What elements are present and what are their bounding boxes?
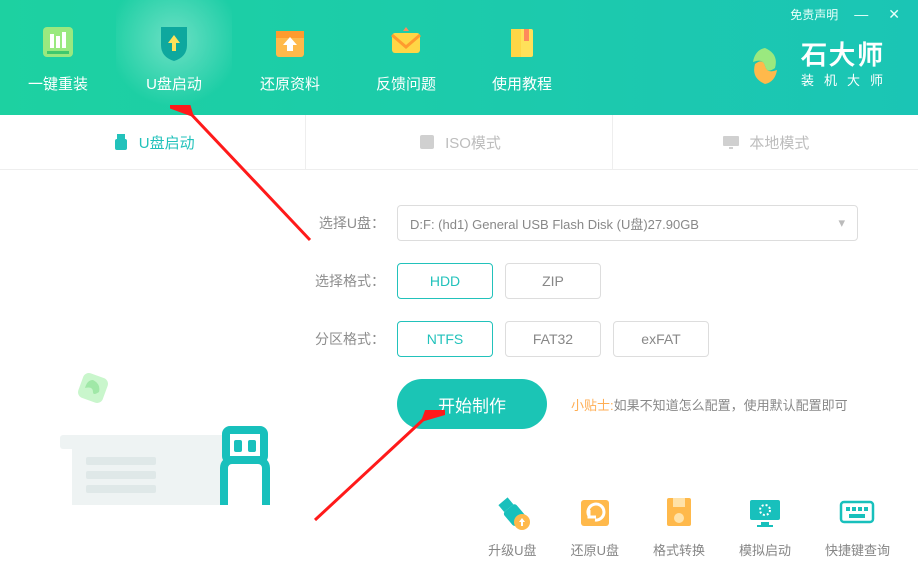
bottom-toolbar: 升级U盘 还原U盘 格式转换 模拟启动 快捷键查询 (488, 492, 890, 559)
window-controls: 免责声明 — ✕ (790, 0, 918, 28)
nav-label: 一键重装 (28, 73, 88, 94)
btn-restore-usb[interactable]: 还原U盘 (571, 492, 619, 559)
nav-usb-boot[interactable]: U盘启动 (116, 0, 232, 115)
main-content: 选择U盘： D:F: (hd1) General USB Flash Disk … (0, 170, 918, 495)
partition-label: 分区格式： (315, 329, 385, 349)
config-form: 选择U盘： D:F: (hd1) General USB Flash Disk … (300, 195, 918, 495)
monitor-icon (721, 132, 741, 152)
partition-option-fat32[interactable]: FAT32 (505, 321, 601, 357)
main-nav: 一键重装 U盘启动 还原资料 反馈问题 使用教程 (0, 0, 580, 115)
mode-tabs: U盘启动 ISO模式 本地模式 (0, 115, 918, 170)
mail-icon (385, 21, 427, 63)
usb-upgrade-icon (492, 492, 532, 532)
tab-label: 本地模式 (749, 132, 809, 153)
nav-label: U盘启动 (146, 73, 202, 94)
chevron-down-icon: ▾ (838, 215, 845, 231)
nav-label: 反馈问题 (376, 73, 436, 94)
shield-usb-icon (153, 21, 195, 63)
upload-box-icon (269, 21, 311, 63)
tab-usb-boot[interactable]: U盘启动 (0, 115, 306, 169)
nav-feedback[interactable]: 反馈问题 (348, 0, 464, 115)
close-button[interactable]: ✕ (884, 6, 904, 23)
tip-prefix: 小贴士: (571, 398, 614, 413)
header-bar: 免责声明 — ✕ 一键重装 U盘启动 还原资料 反馈问题 (0, 0, 918, 115)
brand-subtitle: 装机大师 (801, 70, 893, 89)
disk-value: D:F: (hd1) General USB Flash Disk (U盘)27… (410, 214, 699, 233)
partition-option-ntfs[interactable]: NTFS (397, 321, 493, 357)
tab-label: U盘启动 (139, 132, 195, 153)
partition-option-exfat[interactable]: exFAT (613, 321, 709, 357)
bottom-label: 模拟启动 (739, 540, 791, 559)
format-option-zip[interactable]: ZIP (505, 263, 601, 299)
illustration (0, 195, 300, 495)
minimize-button[interactable]: — (850, 6, 872, 22)
btn-simulate-boot[interactable]: 模拟启动 (739, 492, 791, 559)
brand-logo-icon (743, 44, 787, 88)
iso-icon (417, 132, 437, 152)
nav-restore[interactable]: 还原资料 (232, 0, 348, 115)
btn-shortcut-query[interactable]: 快捷键查询 (825, 492, 890, 559)
bottom-label: 格式转换 (653, 540, 705, 559)
restore-icon (575, 492, 615, 532)
tab-iso[interactable]: ISO模式 (306, 115, 612, 169)
nav-tutorial[interactable]: 使用教程 (464, 0, 580, 115)
tab-local[interactable]: 本地模式 (613, 115, 918, 169)
disk-select[interactable]: D:F: (hd1) General USB Flash Disk (U盘)27… (397, 205, 858, 241)
start-button[interactable]: 开始制作 (397, 379, 547, 429)
tab-label: ISO模式 (445, 132, 501, 153)
bottom-label: 还原U盘 (571, 540, 619, 559)
usb-icon (111, 132, 131, 152)
disk-icon (659, 492, 699, 532)
monitor-boot-icon (745, 492, 785, 532)
keyboard-icon (837, 492, 877, 532)
brand-title: 石大师 (801, 42, 893, 68)
book-icon (501, 21, 543, 63)
format-label: 选择格式： (315, 271, 385, 291)
bars-icon (37, 21, 79, 63)
format-option-hdd[interactable]: HDD (397, 263, 493, 299)
nav-label: 还原资料 (260, 73, 320, 94)
tip-text: 小贴士:如果不知道怎么配置，使用默认配置即可 (571, 395, 848, 414)
disclaimer-link[interactable]: 免责声明 (790, 6, 838, 23)
btn-format-convert[interactable]: 格式转换 (653, 492, 705, 559)
bottom-label: 升级U盘 (488, 540, 536, 559)
nav-label: 使用教程 (492, 73, 552, 94)
btn-upgrade-usb[interactable]: 升级U盘 (488, 492, 536, 559)
disk-label: 选择U盘： (315, 213, 385, 233)
nav-reinstall[interactable]: 一键重装 (0, 0, 116, 115)
bottom-label: 快捷键查询 (825, 540, 890, 559)
